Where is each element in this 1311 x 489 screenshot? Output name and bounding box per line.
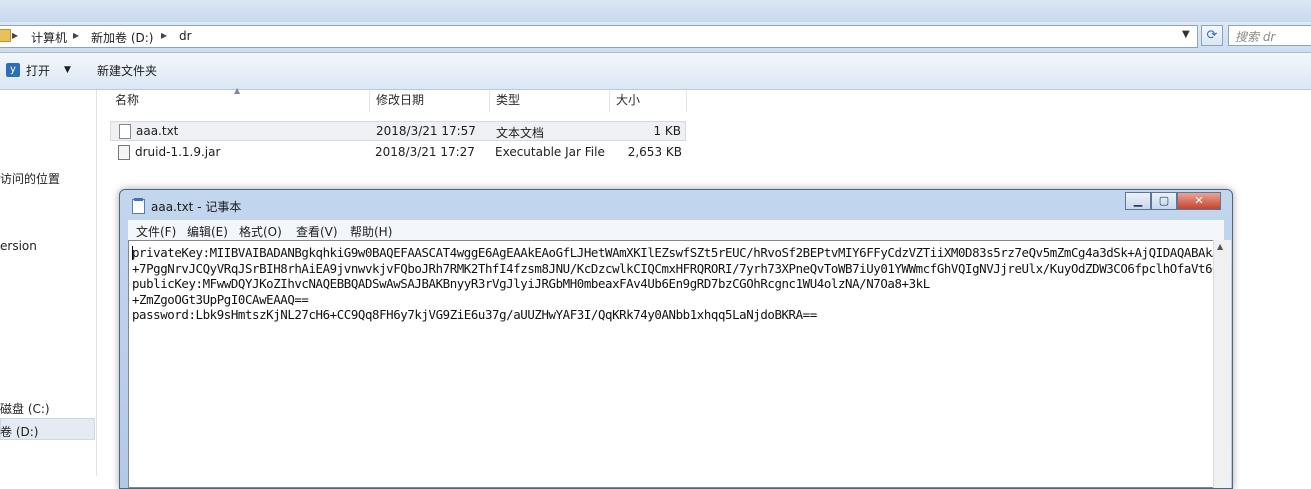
- breadcrumb[interactable]: ▸ 计算机 ▸ 新加卷 (D:) ▸ dr ▼: [0, 25, 1198, 48]
- maximize-button[interactable]: ▢: [1151, 192, 1177, 210]
- breadcrumb-separator-icon[interactable]: ▸: [12, 28, 18, 42]
- file-type: Executable Jar File: [495, 145, 605, 159]
- breadcrumb-dr[interactable]: dr: [179, 29, 192, 43]
- file-size: 1 KB: [653, 124, 681, 138]
- open-icon: y: [6, 63, 20, 77]
- text-line: privateKey:MIIBVAIBADANBgkqhkiG9w0BAQEFA…: [132, 245, 1213, 260]
- file-row-aaa-txt[interactable]: aaa.txt 2018/3/21 17:57 文本文档 1 KB: [110, 121, 686, 141]
- file-name: aaa.txt: [136, 124, 179, 138]
- notepad-menubar: 文件(F) 编辑(E) 格式(O) 查看(V) 帮助(H): [128, 220, 1224, 241]
- notepad-window: aaa.txt - 记事本 ▁ ▢ ✕ 文件(F) 编辑(E) 格式(O) 查看…: [119, 189, 1233, 489]
- close-icon: ✕: [1194, 194, 1204, 207]
- column-header-size[interactable]: 大小: [616, 91, 640, 113]
- nav-item-recent-places[interactable]: 访问的位置: [0, 170, 60, 187]
- menu-edit[interactable]: 编辑(E): [187, 223, 228, 240]
- address-dropdown-icon[interactable]: ▼: [1182, 29, 1190, 40]
- maximize-icon: ▢: [1158, 194, 1170, 207]
- breadcrumb-separator-icon[interactable]: ▸: [73, 28, 79, 42]
- menu-format[interactable]: 格式(O): [239, 223, 282, 240]
- file-size: 2,653 KB: [627, 145, 682, 159]
- vertical-scrollbar[interactable]: ▲: [1213, 240, 1231, 488]
- text-line: +7PggNrvJCQyVRqJSrBIH8rhAiEA9jvnwvkjvFQb…: [132, 260, 1213, 276]
- new-folder-button[interactable]: 新建文件夹: [97, 62, 157, 79]
- column-divider[interactable]: [369, 90, 370, 112]
- scroll-up-icon[interactable]: ▲: [1217, 242, 1223, 251]
- column-header-type[interactable]: 类型: [496, 91, 520, 113]
- address-bar: ▸ 计算机 ▸ 新加卷 (D:) ▸ dr ▼ ⟳ 搜索 dr: [0, 22, 1311, 53]
- close-button[interactable]: ✕: [1177, 192, 1221, 210]
- open-label: 打开: [26, 64, 51, 78]
- folder-icon: [0, 29, 11, 42]
- breadcrumb-drive-d[interactable]: 新加卷 (D:): [91, 29, 153, 46]
- column-divider[interactable]: [686, 90, 687, 112]
- column-divider[interactable]: [489, 90, 490, 112]
- menu-help[interactable]: 帮助(H): [350, 223, 392, 240]
- column-header-date[interactable]: 修改日期: [376, 91, 424, 113]
- nav-item-drive-c[interactable]: 磁盘 (C:): [0, 400, 50, 417]
- nav-item-version[interactable]: ersion: [0, 239, 37, 253]
- file-row-druid-jar[interactable]: druid-1.1.9.jar 2018/3/21 17:27 Executab…: [110, 143, 686, 163]
- minimize-button[interactable]: ▁: [1125, 192, 1151, 210]
- text-line: password:Lbk9sHmtszKjNL27cH6+CC9Qq8FH6y7…: [132, 307, 817, 323]
- file-date: 2018/3/21 17:57: [376, 124, 476, 138]
- nav-item-drive-d[interactable]: 卷 (D:): [0, 423, 38, 440]
- breadcrumb-separator-icon[interactable]: ▸: [161, 28, 167, 42]
- menu-view[interactable]: 查看(V): [296, 223, 338, 240]
- column-divider[interactable]: [609, 90, 610, 112]
- breadcrumb-computer[interactable]: 计算机: [31, 29, 67, 46]
- file-type: 文本文档: [496, 126, 545, 140]
- explorer-title-strip: [0, 0, 1311, 22]
- column-header-name[interactable]: 名称: [115, 91, 139, 113]
- text-line: +ZmZgoOGt3UpPgI0CAwEAAQ==: [132, 291, 309, 307]
- text-caret: [132, 246, 133, 260]
- minimize-icon: ▁: [1133, 194, 1143, 207]
- menu-file[interactable]: 文件(F): [136, 223, 176, 240]
- search-input[interactable]: 搜索 dr: [1228, 25, 1311, 46]
- chevron-down-icon[interactable]: ▼: [64, 65, 71, 75]
- file-name: druid-1.1.9.jar: [135, 145, 221, 159]
- sort-arrow-icon: ▲: [234, 86, 241, 95]
- notepad-icon: [132, 198, 145, 214]
- notepad-title: aaa.txt - 记事本: [151, 200, 242, 214]
- text-line: publicKey:MFwwDQYJKoZIhvcNAQEBBQADSwAwSA…: [132, 276, 930, 292]
- text-content: privateKey:MIIBVAIBADANBgkqhkiG9w0BAQEFA…: [132, 245, 1213, 323]
- file-date: 2018/3/21 17:27: [375, 145, 475, 159]
- refresh-button[interactable]: ⟳: [1201, 25, 1223, 46]
- refresh-icon: ⟳: [1206, 28, 1218, 43]
- command-bar: y 打开 ▼ 新建文件夹: [0, 53, 1311, 90]
- jar-file-icon: [118, 145, 130, 160]
- notepad-text-area[interactable]: privateKey:MIIBVAIBADANBgkqhkiG9w0BAQEFA…: [128, 240, 1214, 488]
- text-file-icon: [119, 124, 131, 139]
